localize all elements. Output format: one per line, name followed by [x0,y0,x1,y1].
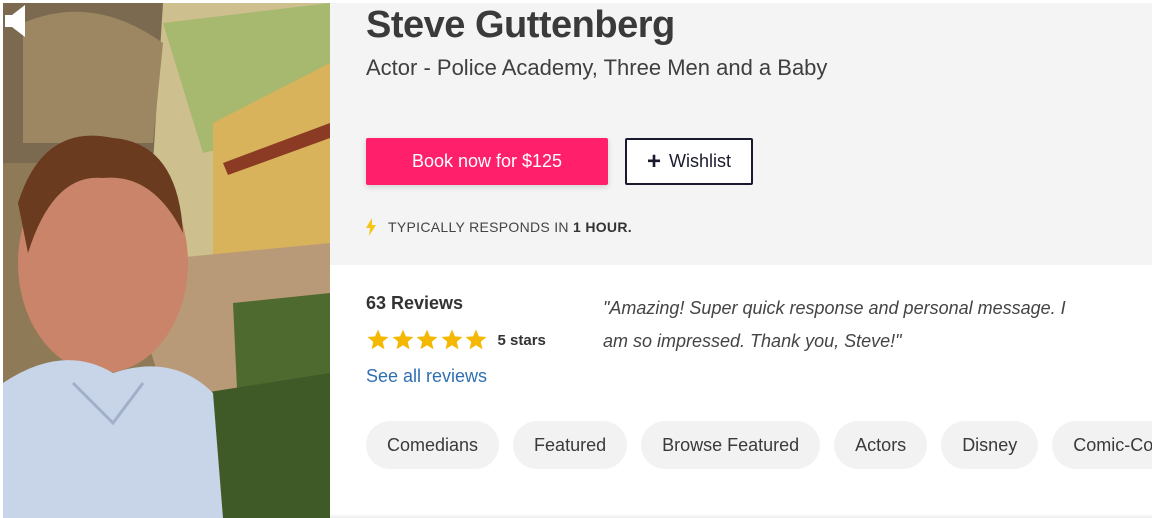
star-icon [367,329,389,350]
star-icon [392,329,413,350]
response-prefix: TYPICALLY RESPONDS IN [388,219,569,235]
reviews-count: 63 Reviews [366,293,464,313]
speaker-icon[interactable] [3,3,29,39]
stars-label: 5 stars [497,331,546,349]
category-chip-featured[interactable]: Featured [513,421,628,469]
book-now-button[interactable]: Book now for $125 [366,138,608,185]
wishlist-button[interactable]: + Wishlist [625,138,753,185]
see-all-reviews-link[interactable]: See all reviews [366,366,487,387]
category-chip-comic-con[interactable]: Comic-Con [1052,421,1152,469]
lightning-bolt-icon [366,218,376,236]
star-rating: 5 stars [366,328,546,352]
video-frame-image [3,3,330,518]
section-divider [330,514,1152,518]
category-chips: Comedians Featured Browse Featured Actor… [366,421,1152,469]
profile-tagline: Actor - Police Academy, Three Men and a … [366,55,828,80]
response-time-value: 1 HOUR. [573,219,632,235]
category-chip-browse-featured[interactable]: Browse Featured [641,421,821,469]
star-icon [416,329,438,350]
featured-review-quote: "Amazing! Super quick response and perso… [603,298,1066,351]
star-icon [465,329,487,350]
page-title: Steve Guttenberg [366,4,675,46]
wishlist-label: Wishlist [669,151,731,171]
category-chip-disney[interactable]: Disney [941,421,1039,469]
plus-icon: + [646,147,661,175]
response-time: TYPICALLY RESPONDS IN 1 HOUR. [366,218,632,236]
profile-video[interactable] [3,3,330,518]
category-chip-actors[interactable]: Actors [834,421,928,469]
category-chip-comedians[interactable]: Comedians [366,421,500,469]
star-icon [441,329,462,350]
